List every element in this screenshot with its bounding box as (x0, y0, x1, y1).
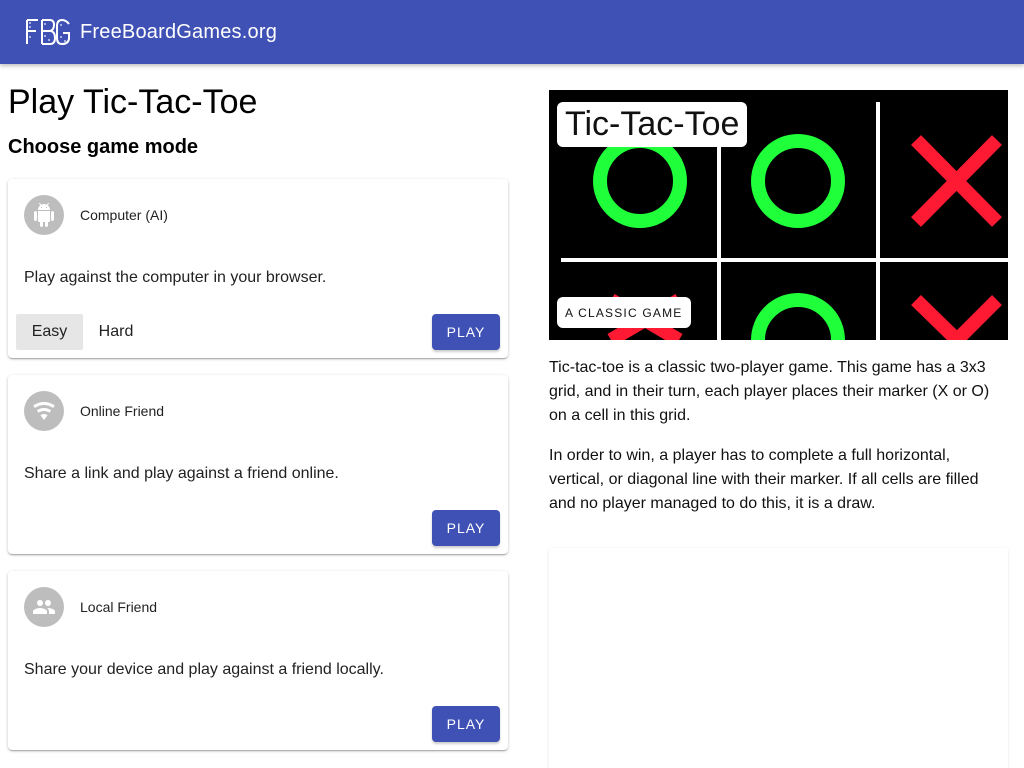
mode-name: Computer (AI) (80, 207, 168, 223)
content-panel (549, 548, 1008, 768)
game-hero-image: Tic-Tac-Toe A CLASSIC GAME (549, 90, 1008, 340)
mode-card-online: Online Friend Share a link and play agai… (8, 375, 508, 554)
mode-avatar (24, 195, 64, 235)
play-computer-button[interactable]: PLAY (432, 314, 500, 350)
app-bar: FreeBoardGames.org (0, 0, 1024, 64)
android-icon (34, 203, 54, 227)
fbg-logo-icon[interactable] (24, 16, 72, 48)
hero-title: Tic-Tac-Toe (557, 102, 748, 147)
hero-badge: A CLASSIC GAME (557, 297, 691, 328)
o-mark (751, 134, 845, 228)
difficulty-hard-toggle[interactable]: Hard (83, 314, 149, 350)
mode-section-heading: Choose game mode (8, 136, 199, 158)
brand-title[interactable]: FreeBoardGames.org (80, 21, 277, 44)
wifi-icon (33, 402, 55, 420)
game-description-paragraph: Tic-tac-toe is a classic two-player game… (549, 359, 990, 424)
mode-avatar (24, 587, 64, 627)
mode-avatar (24, 391, 64, 431)
mode-card-computer: Computer (AI) Play against the computer … (8, 179, 508, 358)
mode-name: Online Friend (80, 403, 165, 419)
people-icon (33, 600, 55, 614)
page-title: Play Tic-Tac-Toe (8, 83, 258, 121)
mode-card-local: Local Friend Share your device and play … (8, 571, 508, 750)
play-local-button[interactable]: PLAY (432, 706, 500, 742)
mode-description: Share your device and play against a fri… (24, 661, 384, 678)
difficulty-easy-toggle[interactable]: Easy (16, 314, 83, 350)
play-online-button[interactable]: PLAY (432, 510, 500, 546)
o-mark (593, 134, 687, 228)
o-mark (751, 293, 845, 340)
mode-name: Local Friend (80, 599, 158, 615)
mode-description: Play against the computer in your browse… (24, 269, 327, 286)
mode-description: Share a link and play against a friend o… (24, 465, 339, 482)
game-description-paragraph: In order to win, a player has to complet… (549, 447, 979, 512)
